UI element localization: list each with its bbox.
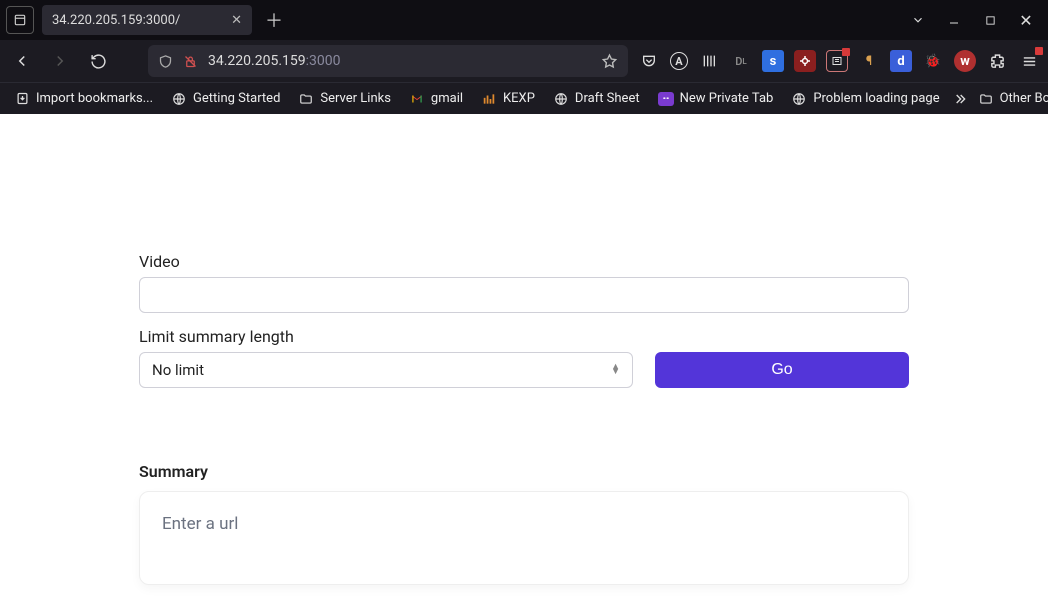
insecure-lock-icon [183, 54, 198, 69]
back-button[interactable] [8, 47, 36, 75]
bookmark-draft-sheet[interactable]: Draft Sheet [545, 87, 648, 111]
ext-bug-icon[interactable]: 🐞 [922, 50, 944, 72]
ext-a-icon[interactable]: A [670, 52, 688, 70]
summary-heading: Summary [139, 462, 909, 481]
gmail-icon [409, 91, 425, 107]
limit-field-group: Limit summary length No limit ▲▼ [139, 327, 633, 388]
navbar: 34.220.205.159:3000 A DL s ¶ d � [0, 40, 1048, 82]
folder-icon [978, 91, 994, 107]
limit-label: Limit summary length [139, 327, 633, 346]
ublock-icon[interactable] [794, 50, 816, 72]
ext-dl-icon[interactable]: DL [730, 50, 752, 72]
ext-w-icon[interactable]: w [954, 50, 976, 72]
bookmark-kexp[interactable]: KEXP [473, 87, 543, 111]
import-icon [14, 91, 30, 107]
ext-d-icon[interactable]: d [890, 50, 912, 72]
browser-chrome: 34.220.205.159:3000/ ✕ ＋ ✕ [0, 0, 1048, 114]
minimize-icon[interactable] [944, 10, 964, 30]
tabs-dropdown-icon[interactable] [908, 10, 928, 30]
select-chevron-icon: ▲▼ [611, 365, 620, 375]
bookmark-gmail[interactable]: gmail [401, 87, 471, 111]
limit-select[interactable]: No limit ▲▼ [139, 352, 633, 388]
ext-grid-icon[interactable] [698, 50, 720, 72]
summary-card: Enter a url [139, 491, 909, 585]
globe-icon [791, 91, 807, 107]
globe-icon [171, 91, 187, 107]
bookmark-getting-started[interactable]: Getting Started [163, 87, 288, 111]
browser-tab[interactable]: 34.220.205.159:3000/ ✕ [42, 5, 252, 35]
ext-news-icon[interactable] [826, 50, 848, 72]
page-content: Video Limit summary length No limit ▲▼ G… [0, 114, 1048, 598]
globe-icon [553, 91, 569, 107]
limit-selected-value: No limit [152, 361, 204, 379]
folder-icon [298, 91, 314, 107]
recent-icon[interactable] [6, 6, 34, 34]
bookmarks-overflow-icon[interactable] [952, 91, 968, 107]
video-field-group: Video [139, 252, 909, 313]
summary-placeholder: Enter a url [162, 514, 238, 534]
pocket-icon[interactable] [638, 50, 660, 72]
video-label: Video [139, 252, 909, 271]
go-button[interactable]: Go [655, 352, 909, 388]
titlebar: 34.220.205.159:3000/ ✕ ＋ ✕ [0, 0, 1048, 40]
bookmark-problem-loading[interactable]: Problem loading page [783, 87, 947, 111]
url-text: 34.220.205.159:3000 [208, 53, 591, 69]
ext-key-icon[interactable]: ¶ [858, 50, 880, 72]
bookmark-star-icon[interactable] [601, 53, 618, 70]
bookmarks-bar: Import bookmarks... Getting Started Serv… [0, 82, 1048, 114]
shield-icon [158, 54, 173, 69]
other-bookmarks[interactable]: Other Bookmarks [970, 87, 1048, 111]
close-tab-icon[interactable]: ✕ [231, 13, 242, 28]
import-bookmarks[interactable]: Import bookmarks... [6, 87, 161, 111]
mask-icon [658, 92, 674, 106]
maximize-icon[interactable] [980, 10, 1000, 30]
menu-icon[interactable] [1018, 50, 1040, 72]
forward-button [46, 47, 74, 75]
video-input[interactable] [139, 277, 909, 313]
bookmark-server-links[interactable]: Server Links [290, 87, 399, 111]
url-bar[interactable]: 34.220.205.159:3000 [148, 45, 628, 77]
close-window-icon[interactable]: ✕ [1016, 10, 1036, 30]
bookmark-new-private-tab[interactable]: New Private Tab [650, 87, 782, 110]
toolbar-extensions: A DL s ¶ d 🐞 w [638, 50, 1040, 72]
tab-title: 34.220.205.159:3000/ [52, 13, 180, 28]
bars-icon [481, 91, 497, 107]
ext-s-icon[interactable]: s [762, 50, 784, 72]
new-tab-button[interactable]: ＋ [260, 6, 288, 34]
extensions-icon[interactable] [986, 50, 1008, 72]
reload-button[interactable] [84, 47, 112, 75]
